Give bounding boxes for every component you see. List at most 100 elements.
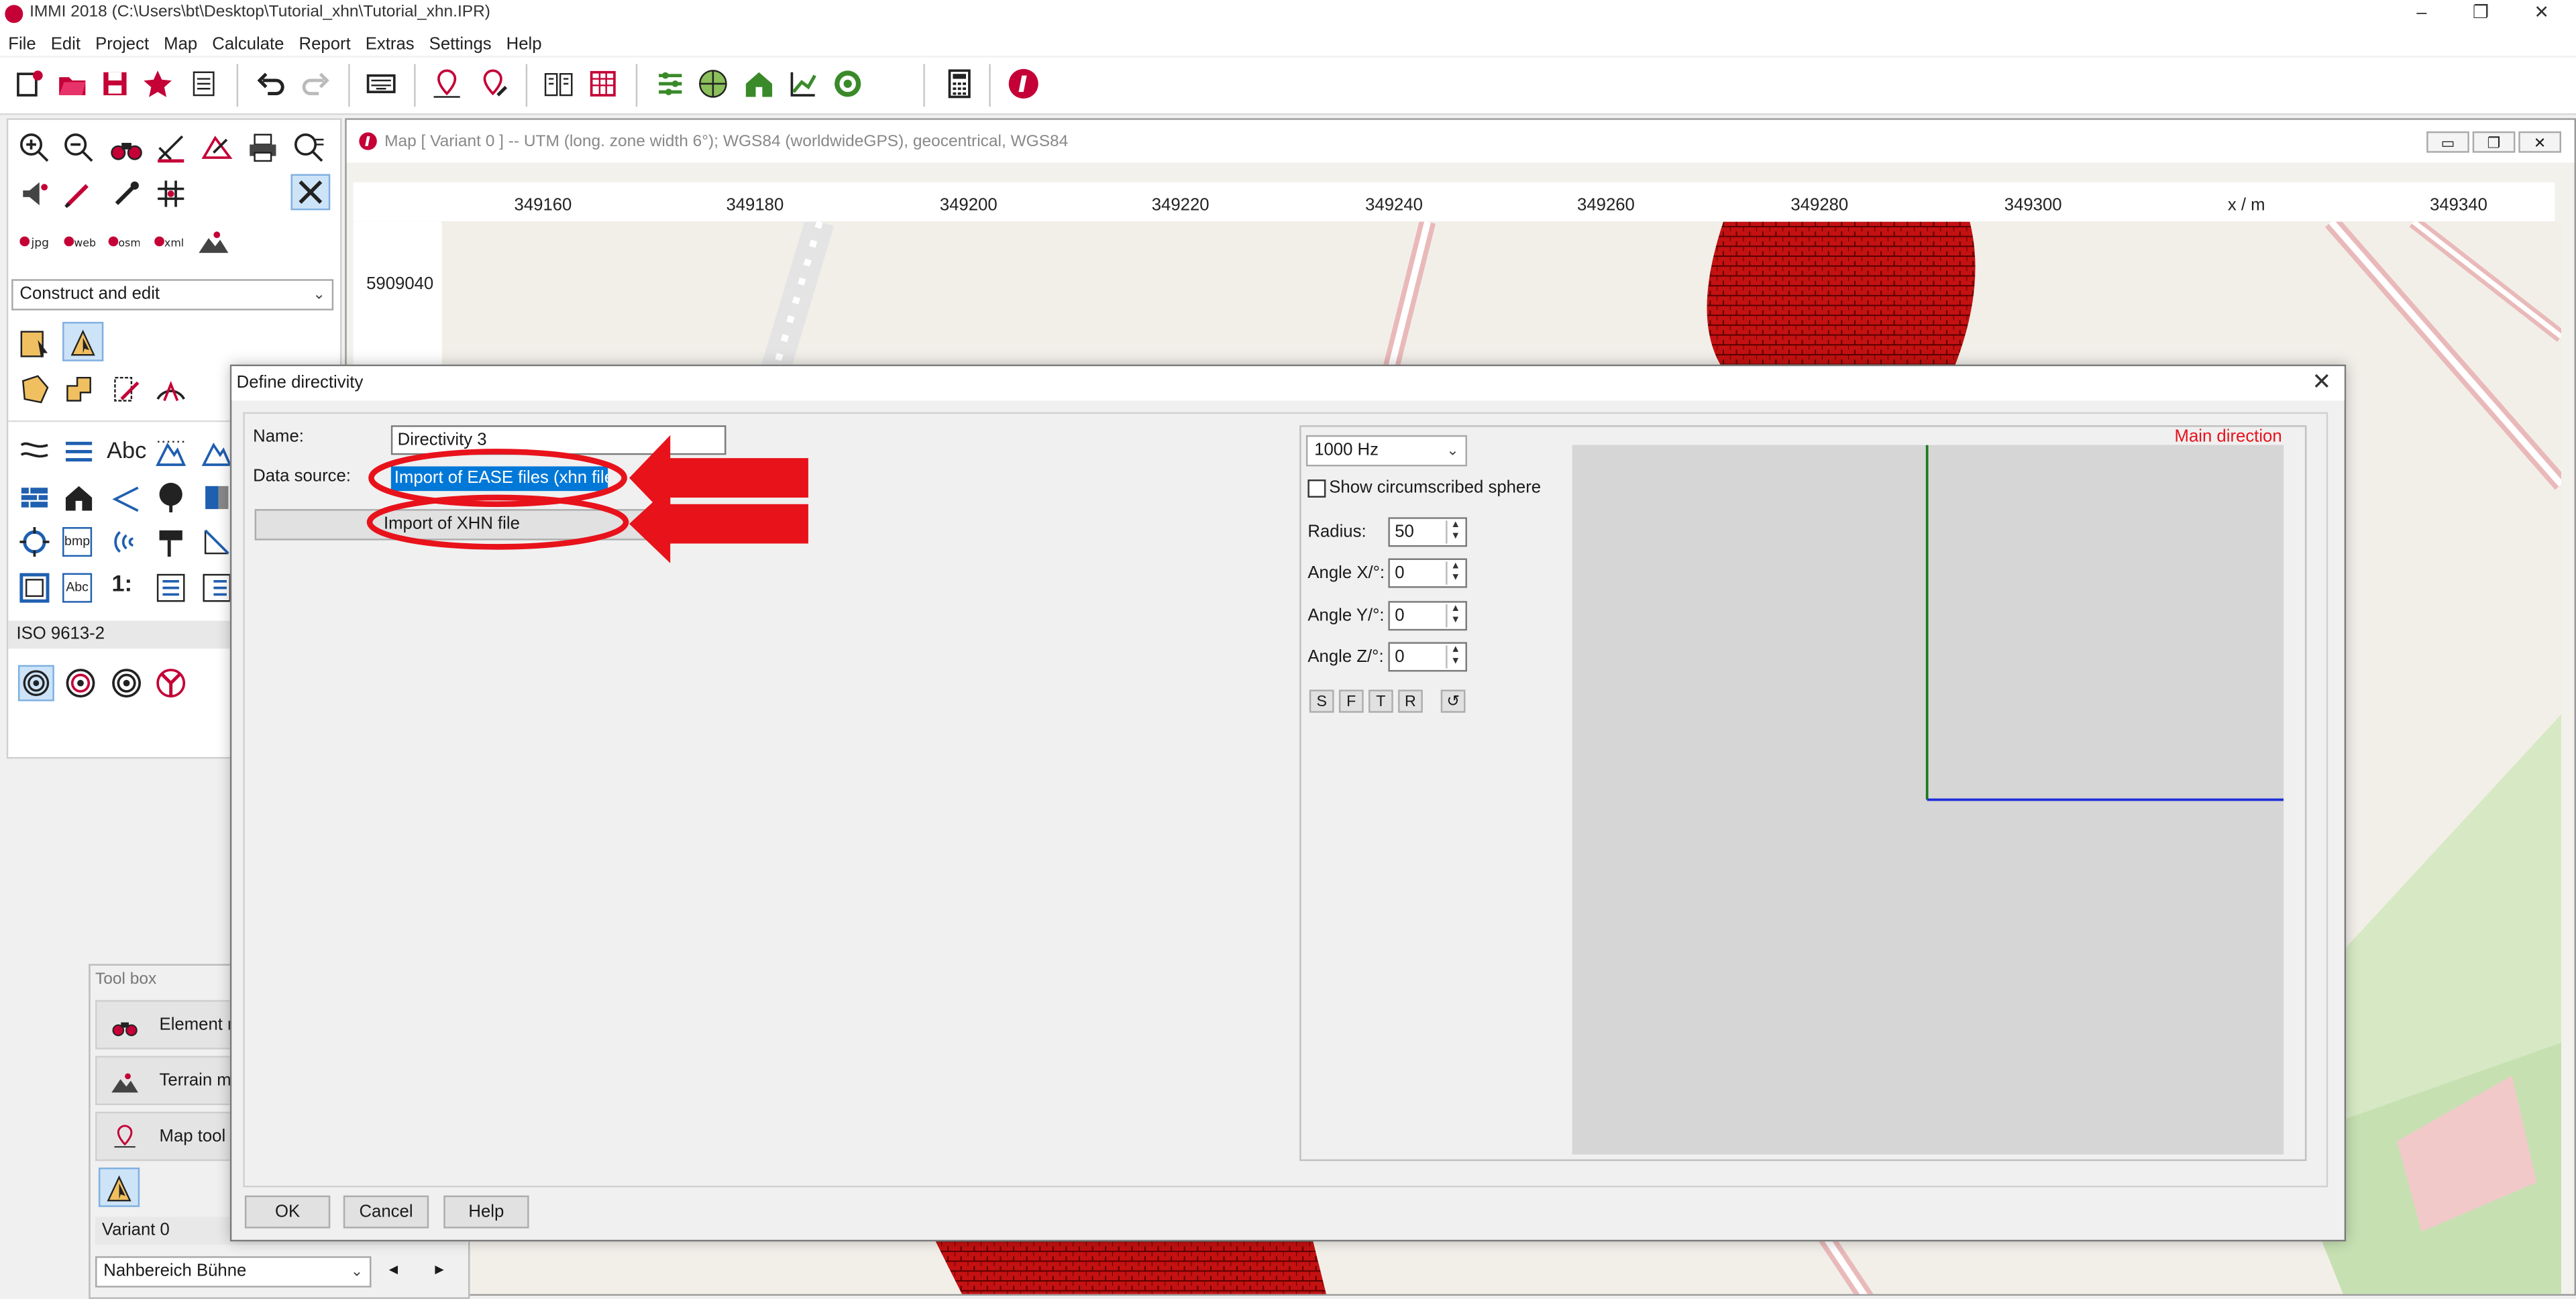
reset-view-icon[interactable]: ↺ — [1440, 689, 1466, 713]
menu-report[interactable]: Report — [290, 32, 357, 54]
menu-project[interactable]: Project — [87, 32, 156, 54]
map-minimize-button[interactable]: ▭ — [2426, 131, 2469, 153]
view-top-button[interactable]: T — [1368, 689, 1393, 713]
barrier-icon[interactable] — [201, 481, 233, 514]
terrain-profile-icon[interactable] — [787, 67, 820, 100]
binoculars-icon[interactable] — [110, 131, 143, 164]
menu-extras[interactable]: Extras — [358, 32, 421, 54]
print-icon[interactable] — [246, 131, 279, 164]
legend-icon[interactable] — [201, 571, 233, 604]
frame-icon[interactable] — [18, 571, 51, 604]
edit-tools-toggle[interactable] — [290, 174, 331, 211]
nav-next-button[interactable]: ► — [432, 1261, 447, 1278]
redo-icon[interactable] — [299, 67, 332, 100]
receiver-toggle[interactable] — [17, 665, 54, 701]
keyboard-icon[interactable] — [365, 67, 398, 100]
export-xml-icon[interactable]: xml — [152, 228, 185, 254]
export-osm-icon[interactable]: osm — [107, 228, 142, 254]
name-input[interactable]: Directivity 3 — [390, 425, 727, 455]
help-button[interactable]: Help — [443, 1195, 529, 1229]
map-close-button[interactable]: ✕ — [2518, 131, 2561, 153]
spin-arrows-icon[interactable]: ▲ ▼ — [1446, 604, 1464, 628]
point-source-icon[interactable] — [18, 526, 51, 559]
export-jpg-icon[interactable]: jpg — [18, 228, 51, 254]
calculator-icon[interactable] — [943, 67, 976, 100]
angle-z-spinner[interactable]: 0 ▲ ▼ — [1388, 642, 1467, 672]
restore-button[interactable]: ❐ — [2453, 0, 2508, 28]
book-icon[interactable] — [542, 67, 575, 100]
open-project-icon[interactable] — [56, 67, 89, 100]
radiation-icon[interactable] — [154, 667, 187, 699]
angle-x-spinner[interactable]: 0 ▲ ▼ — [1388, 558, 1467, 588]
directivity-preview[interactable] — [1572, 445, 2284, 1155]
arc-edit-icon[interactable] — [154, 373, 187, 406]
sound-wave-icon[interactable] — [110, 526, 143, 559]
nav-prev-button[interactable]: ◄ — [386, 1261, 401, 1278]
data-source-select[interactable]: Import of EASE files (xhn file) — [390, 466, 608, 492]
draw-shape-icon[interactable] — [201, 131, 233, 164]
mode-select[interactable]: Construct and edit ⌄ — [11, 279, 334, 310]
close-window-button[interactable]: ✕ — [2514, 0, 2569, 28]
receiver-grid-icon[interactable] — [64, 667, 97, 699]
area-edit-icon[interactable] — [110, 373, 143, 406]
text-tool-icon[interactable]: Abc — [107, 437, 146, 463]
spin-arrows-icon[interactable]: ▲ ▼ — [1446, 561, 1464, 585]
spin-arrows-icon[interactable]: ▲ ▼ — [1446, 520, 1464, 544]
zoom-out-icon[interactable] — [62, 131, 95, 164]
bmp-icon[interactable]: bmp — [62, 527, 93, 557]
frequency-select[interactable]: 1000 Hz ⌄ — [1305, 435, 1467, 467]
dialog-close-button[interactable]: ✕ — [2312, 368, 2331, 396]
map-restore-button[interactable]: ❐ — [2472, 131, 2516, 153]
sliders-icon[interactable] — [654, 67, 687, 100]
zoom-in-icon[interactable] — [18, 131, 51, 164]
pipette-icon[interactable] — [110, 177, 143, 210]
import-xhn-button[interactable]: Import of XHN file — [254, 509, 649, 541]
spin-arrows-icon[interactable]: ▲ ▼ — [1446, 645, 1464, 669]
table-grid-icon[interactable] — [586, 67, 619, 100]
angle-y-spinner[interactable]: 0 ▲ ▼ — [1388, 601, 1467, 631]
sign-icon[interactable] — [154, 526, 187, 559]
view-rear-button[interactable]: R — [1398, 689, 1423, 713]
building-icon[interactable] — [62, 481, 95, 514]
radius-spinner[interactable]: 50 ▲ ▼ — [1388, 517, 1467, 547]
line-source-icon[interactable] — [18, 435, 51, 468]
map-pin-icon[interactable] — [431, 67, 464, 100]
polygon-icon[interactable] — [18, 373, 51, 406]
road-icon[interactable] — [62, 435, 95, 468]
receiver-point-icon[interactable] — [110, 667, 143, 699]
view-front-button[interactable]: F — [1338, 689, 1364, 713]
measure-icon[interactable] — [154, 131, 187, 164]
menu-settings[interactable]: Settings — [421, 32, 498, 54]
edit-element-toggle[interactable] — [98, 1168, 140, 1207]
search-list-icon[interactable] — [292, 131, 325, 164]
target-icon[interactable] — [831, 67, 864, 100]
angle-icon[interactable] — [110, 481, 143, 514]
contour-icon[interactable] — [154, 435, 187, 468]
undo-icon[interactable] — [255, 67, 288, 100]
new-project-icon[interactable] — [13, 67, 46, 100]
cancel-button[interactable]: Cancel — [343, 1195, 429, 1229]
text-box-icon[interactable]: Abc — [62, 573, 93, 603]
favorites-icon[interactable] — [142, 67, 174, 100]
pen-icon[interactable] — [62, 177, 95, 210]
export-web-icon[interactable]: web — [63, 228, 97, 254]
grid-snap-icon[interactable] — [154, 177, 187, 210]
scene-select[interactable]: Nahbereich Bühne ⌄ — [95, 1256, 372, 1288]
tree-icon[interactable] — [154, 481, 187, 514]
menu-edit[interactable]: Edit — [42, 32, 87, 54]
menu-help[interactable]: Help — [498, 32, 548, 54]
select-element-icon[interactable] — [18, 327, 51, 359]
minimize-button[interactable]: – — [2394, 0, 2449, 28]
circumscribed-sphere-checkbox[interactable] — [1307, 479, 1326, 498]
menu-calculate[interactable]: Calculate — [204, 32, 290, 54]
save-icon[interactable] — [99, 67, 131, 100]
menu-map[interactable]: Map — [156, 32, 204, 54]
properties-icon[interactable] — [187, 67, 220, 100]
terrain-icon[interactable] — [197, 228, 230, 254]
scale-ratio-icon[interactable]: 1: — [112, 570, 132, 596]
map-pin-edit-icon[interactable] — [476, 67, 509, 100]
speaker-icon[interactable] — [18, 177, 51, 210]
menu-file[interactable]: File — [0, 32, 42, 54]
building-shape-icon[interactable] — [62, 373, 95, 406]
house-icon[interactable] — [743, 67, 775, 100]
